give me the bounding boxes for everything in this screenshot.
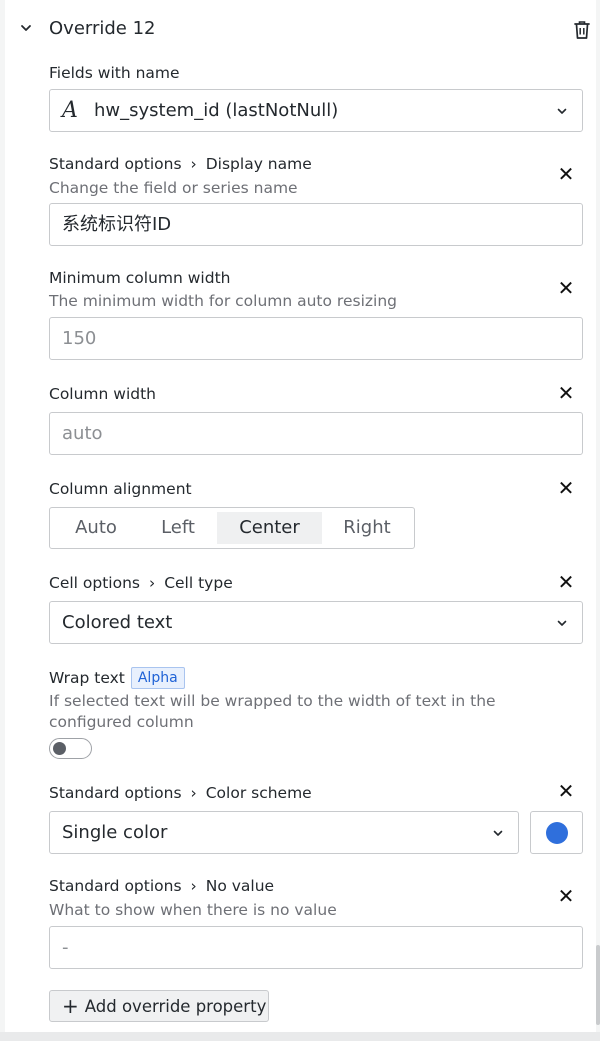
override-header[interactable]: Override 12 [0,14,600,48]
breadcrumb-category: Standard options [49,784,182,802]
toggle-knob [53,742,66,755]
chevron-down-icon[interactable] [20,22,32,34]
alpha-badge: Alpha [130,667,185,689]
chevron-down-icon [493,830,503,836]
add-override-property-label: Add override property [84,997,267,1016]
breadcrumb-property: Display name [205,155,312,173]
breadcrumb-category: Standard options [49,877,182,895]
wrap-text-title: Wrap text [49,669,125,687]
no-value-label: Standard options › No value [49,877,274,895]
display-name-label: Standard options › Display name [49,155,312,173]
string-field-icon: A [62,98,78,123]
alignment-option-auto[interactable]: Auto [58,512,134,544]
field-name-select[interactable]: A hw_system_id (lastNotNull) [49,89,583,132]
breadcrumb-category: Cell options [49,574,140,592]
wrap-text-toggle[interactable] [49,738,92,759]
remove-cell-type-button[interactable]: ✕ [557,572,575,592]
chevron-down-icon [557,108,567,114]
left-rail [0,0,5,1041]
remove-display-name-button[interactable]: ✕ [557,164,575,184]
display-name-description: Change the field or series name [49,179,298,197]
breadcrumb-separator-icon: › [190,155,197,173]
min-width-description: The minimum width for column auto resizi… [49,292,397,310]
alignment-option-center[interactable]: Center [217,512,322,544]
scrollbar-thumb[interactable] [596,945,600,1025]
matcher-label: Fields with name [49,64,180,82]
column-alignment-label: Column alignment [49,480,192,498]
color-picker-button[interactable] [530,811,583,854]
wrap-text-label: Wrap text Alpha [49,667,185,689]
color-scheme-value: Single color [62,822,168,843]
bottom-bar [0,1032,600,1041]
min-width-label: Minimum column width [49,269,231,287]
cell-type-label: Cell options › Cell type [49,574,233,592]
trash-icon[interactable] [573,20,591,40]
no-value-description: What to show when there is no value [49,901,337,919]
column-width-label: Column width [49,385,157,403]
display-name-input[interactable]: 系统标识符ID [49,203,583,246]
cell-type-select[interactable]: Colored text [49,601,583,644]
remove-column-alignment-button[interactable]: ✕ [557,478,575,498]
no-value-input[interactable]: - [49,926,583,969]
field-name-value: hw_system_id (lastNotNull) [94,100,339,121]
breadcrumb-property: Cell type [164,574,233,592]
min-width-input[interactable]: 150 [49,317,583,360]
breadcrumb-separator-icon: › [149,574,156,592]
alignment-option-right[interactable]: Right [328,512,406,544]
scrollbar-track[interactable] [596,0,600,1041]
color-scheme-select[interactable]: Single color [49,811,519,854]
column-alignment-radio-group: Auto Left Center Right [49,507,415,549]
override-title: Override 12 [49,18,156,39]
wrap-text-description-line2: configured column [49,713,194,731]
plus-icon: + [62,994,79,1018]
breadcrumb-separator-icon: › [190,877,197,895]
add-override-property-button[interactable]: + Add override property [49,990,269,1022]
column-width-input[interactable]: auto [49,412,583,455]
breadcrumb-category: Standard options [49,155,182,173]
remove-no-value-button[interactable]: ✕ [557,886,575,906]
color-scheme-label: Standard options › Color scheme [49,784,312,802]
breadcrumb-property: No value [205,877,275,895]
alignment-option-left[interactable]: Left [140,512,216,544]
cell-type-value: Colored text [62,612,173,633]
breadcrumb-property: Color scheme [205,784,312,802]
wrap-text-description-line1: If selected text will be wrapped to the … [49,692,496,710]
color-swatch [546,822,568,844]
breadcrumb-separator-icon: › [190,784,197,802]
remove-min-width-button[interactable]: ✕ [557,278,575,298]
remove-column-width-button[interactable]: ✕ [557,383,575,403]
chevron-down-icon [557,620,567,626]
remove-color-scheme-button[interactable]: ✕ [557,781,575,801]
